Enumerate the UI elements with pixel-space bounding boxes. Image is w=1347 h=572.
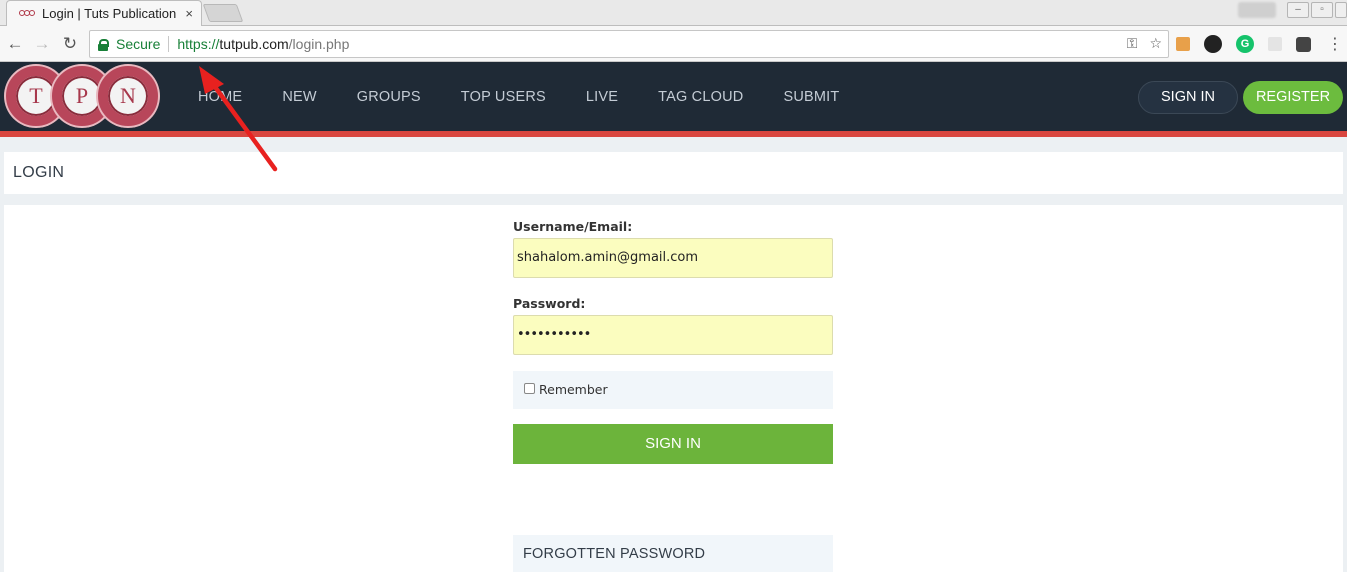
username-label: Username/Email:: [513, 219, 633, 234]
forward-arrow-icon[interactable]: →: [31, 33, 53, 55]
profile-chip[interactable]: [1238, 2, 1276, 18]
sign-in-button[interactable]: SIGN IN: [513, 424, 833, 464]
nav-groups[interactable]: GROUPS: [357, 89, 421, 105]
main-nav: HOME NEW GROUPS TOP USERS LIVE TAG CLOUD…: [198, 62, 879, 131]
close-tab-icon[interactable]: ×: [185, 6, 193, 21]
new-tab-button[interactable]: [202, 4, 244, 22]
header-accent-stripe: [0, 131, 1347, 137]
login-heading-panel: LOGIN: [4, 152, 1343, 194]
extension-gauge-icon[interactable]: [1204, 35, 1222, 53]
remember-label[interactable]: Remember: [539, 382, 608, 397]
url-host: tutpub.com: [219, 36, 289, 52]
header-sign-in-button[interactable]: SIGN IN: [1138, 81, 1238, 114]
secure-label: Secure: [116, 36, 161, 52]
lock-icon: [98, 38, 109, 51]
nav-new[interactable]: NEW: [282, 89, 316, 105]
restore-window-icon[interactable]: ▫: [1311, 2, 1333, 18]
browser-menu-icon[interactable]: ⋮: [1327, 34, 1343, 54]
tab-title: Login | Tuts Publication: [42, 6, 177, 21]
browser-toolbar: ← → ↻ Secure https:// tutpub.com /login.…: [0, 26, 1347, 62]
close-window-icon[interactable]: [1335, 2, 1347, 18]
remember-row: Remember: [513, 371, 833, 409]
password-label: Password:: [513, 296, 586, 311]
bookmark-star-icon[interactable]: ☆: [1149, 35, 1162, 52]
extension-grid-icon[interactable]: [1268, 37, 1282, 51]
reload-icon[interactable]: ↻: [59, 33, 81, 55]
address-bar[interactable]: Secure https:// tutpub.com /login.php ⚿ …: [89, 30, 1169, 58]
username-input[interactable]: shahalom.amin@gmail.com: [513, 238, 833, 278]
minimize-window-icon[interactable]: –: [1287, 2, 1309, 18]
browser-tab[interactable]: Login | Tuts Publication ×: [6, 0, 202, 26]
nav-top-users[interactable]: TOP USERS: [461, 89, 546, 105]
omnibox-divider: [168, 36, 170, 52]
forgotten-password-panel[interactable]: FORGOTTEN PASSWORD: [513, 535, 833, 572]
nav-home[interactable]: HOME: [198, 89, 242, 105]
site-logo[interactable]: T P N: [6, 66, 158, 128]
url-path: /login.php: [288, 36, 350, 52]
header-register-button[interactable]: REGISTER: [1243, 81, 1343, 114]
nav-tag-cloud[interactable]: TAG CLOUD: [658, 89, 743, 105]
extension-flag-icon[interactable]: [1176, 37, 1190, 51]
browser-tab-strip: Login | Tuts Publication × – ▫: [0, 0, 1347, 26]
remember-checkbox[interactable]: [524, 383, 535, 394]
extension-shield-icon[interactable]: [1296, 36, 1311, 52]
url-scheme: https://: [177, 36, 220, 52]
forgotten-password-link[interactable]: FORGOTTEN PASSWORD: [523, 546, 705, 562]
nav-live[interactable]: LIVE: [586, 89, 618, 105]
grammarly-icon[interactable]: G: [1236, 35, 1254, 53]
logo-ring: N: [98, 66, 158, 126]
page-title: LOGIN: [13, 164, 65, 181]
nav-submit[interactable]: SUBMIT: [783, 89, 839, 105]
key-icon[interactable]: ⚿: [1127, 35, 1138, 52]
back-arrow-icon[interactable]: ←: [4, 33, 26, 55]
site-favicon-icon: [19, 9, 35, 18]
password-input[interactable]: •••••••••••: [513, 315, 833, 355]
